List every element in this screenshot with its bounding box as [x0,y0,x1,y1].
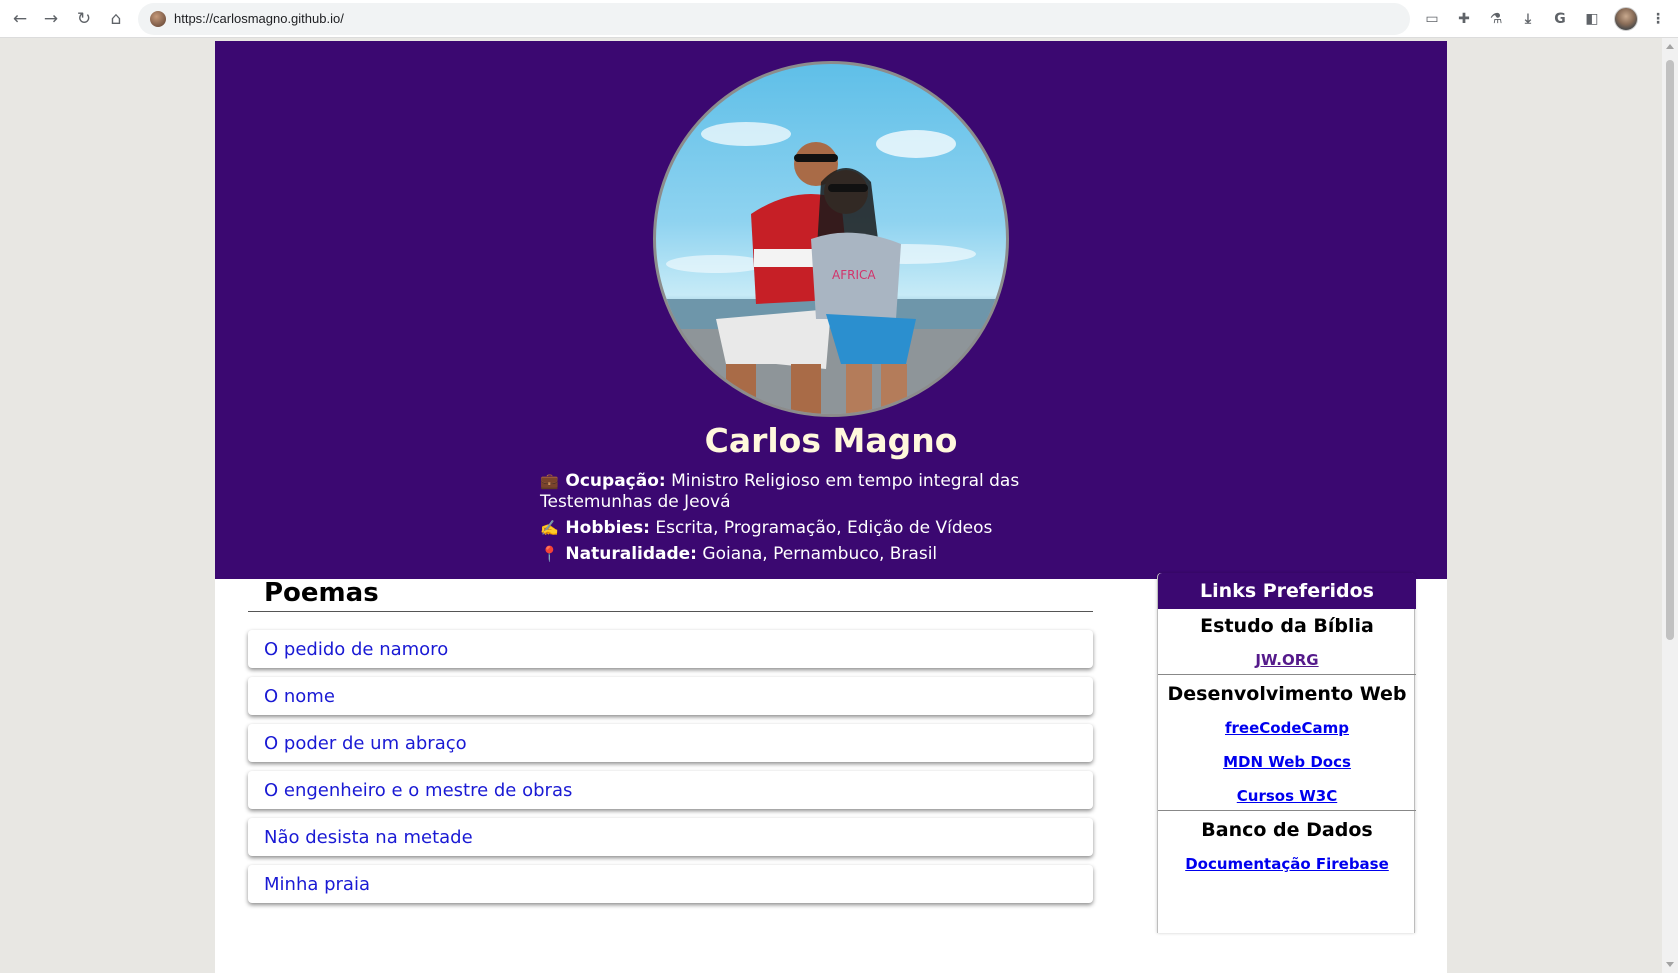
occupation-line: 💼 Ocupação: Ministro Religioso em tempo … [540,471,1130,513]
writing-hand-icon: ✍️ [540,519,559,537]
menu-icon[interactable]: ⋮ [1648,9,1668,29]
w3c-courses-link[interactable]: Cursos W3C [1158,787,1416,805]
hobbies-line: ✍️ Hobbies: Escrita, Programação, Edição… [540,518,1130,539]
poem-link[interactable]: O poder de um abraço [264,733,467,754]
poem-card[interactable]: Minha praia [248,865,1093,903]
profile-photo: AFRICA [653,61,1009,417]
freecodecamp-link[interactable]: freeCodeCamp [1158,719,1416,737]
scroll-up-icon[interactable] [1666,44,1674,49]
hometown-label: Naturalidade: [565,544,697,564]
section-divider [1158,674,1416,675]
extensions-icon[interactable]: ✚ [1454,9,1474,29]
hobbies-label: Hobbies: [565,518,650,538]
bible-study-heading: Estudo da Bíblia [1200,615,1374,637]
scroll-down-icon[interactable] [1666,962,1674,967]
database-heading: Banco de Dados [1201,819,1373,841]
side-panel-icon[interactable]: ◧ [1582,9,1602,29]
download-icon[interactable]: ⤓ [1518,9,1538,29]
poem-link[interactable]: Não desista na metade [264,827,473,848]
back-icon[interactable]: ← [7,6,33,32]
briefcase-icon: 💼 [540,472,559,490]
hometown-value: Goiana, Pernambuco, Brasil [702,544,938,564]
poem-link[interactable]: O engenheiro e o mestre de obras [264,780,572,801]
poem-card[interactable]: O poder de um abraço [248,724,1093,762]
favorite-links-heading: Links Preferidos [1158,573,1416,609]
poem-card[interactable]: O nome [248,677,1093,715]
poem-card[interactable]: Não desista na metade [248,818,1093,856]
web-dev-heading: Desenvolvimento Web [1167,683,1407,705]
occupation-label: Ocupação: [565,471,666,491]
site-favicon-icon [150,11,166,27]
address-bar[interactable]: https://carlosmagno.github.io/ [138,3,1410,35]
pin-icon: 📍 [540,545,559,563]
forward-icon[interactable]: → [38,6,64,32]
poem-link[interactable]: Minha praia [264,874,370,895]
poems-divider [248,611,1093,612]
scroll-thumb[interactable] [1666,60,1674,640]
favorite-links-panel: Links Preferidos Estudo da Bíblia JW.ORG… [1157,573,1416,933]
mdn-web-docs-link[interactable]: MDN Web Docs [1158,753,1416,771]
google-icon[interactable]: G [1550,9,1570,29]
section-divider [1158,810,1416,811]
poem-link[interactable]: O nome [264,686,335,707]
profile-header: AFRICA Carlos Magno 💼 Ocupação: Ministro… [215,41,1447,579]
poems-heading: Poemas [264,578,379,608]
url-text[interactable]: https://carlosmagno.github.io/ [174,11,344,26]
poem-card[interactable]: O engenheiro e o mestre de obras [248,771,1093,809]
hobbies-value: Escrita, Programação, Edição de Vídeos [655,518,993,538]
reload-icon[interactable]: ↻ [71,6,97,32]
poem-card[interactable]: O pedido de namoro [248,630,1093,668]
poem-link[interactable]: O pedido de namoro [264,639,448,660]
browser-toolbar: ← → ↻ ⌂ https://carlosmagno.github.io/ ▭… [0,0,1678,38]
profile-name: Carlos Magno [704,421,958,460]
profile-avatar-icon[interactable] [1614,7,1638,31]
home-icon[interactable]: ⌂ [103,6,129,32]
profile-info: 💼 Ocupação: Ministro Religioso em tempo … [540,471,1130,570]
labs-icon[interactable]: ⚗ [1486,9,1506,29]
page-content: AFRICA Carlos Magno 💼 Ocupação: Ministro… [215,41,1447,973]
jw-org-link[interactable]: JW.ORG [1158,651,1416,669]
svg-text:AFRICA: AFRICA [832,268,876,282]
firebase-docs-link[interactable]: Documentação Firebase [1158,855,1416,873]
hometown-line: 📍 Naturalidade: Goiana, Pernambuco, Bras… [540,544,1130,565]
page-scrollbar[interactable] [1662,38,1678,973]
cast-icon[interactable]: ▭ [1422,9,1442,29]
